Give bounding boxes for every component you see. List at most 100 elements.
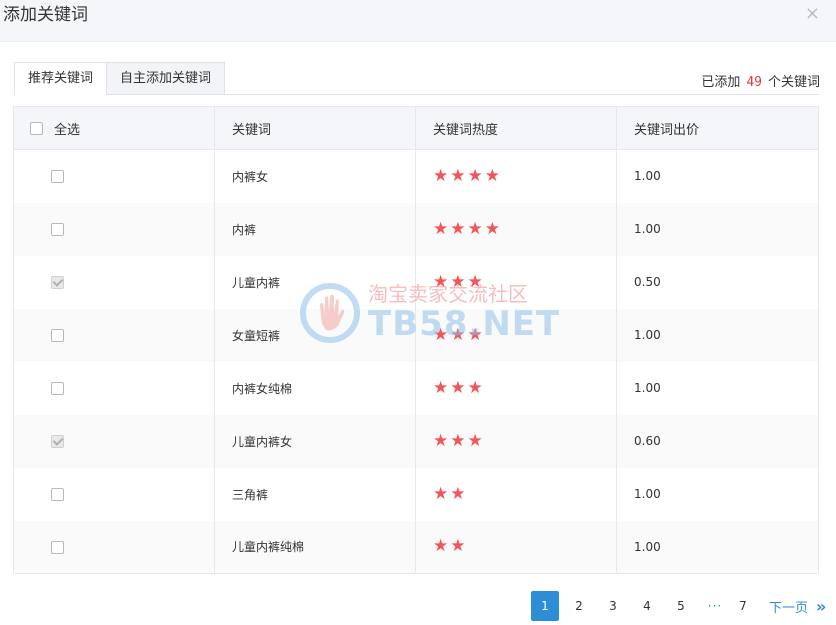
star-icon: ★ — [433, 430, 449, 451]
bid-cell: 1.00 — [634, 487, 661, 501]
row-select-cell — [13, 202, 215, 256]
star-icon: ★ — [467, 271, 483, 292]
dialog-title: 添加关键词 — [3, 5, 88, 25]
heat-cell: ★ ★ ★ — [415, 361, 617, 415]
header-keyword: 关键词 — [214, 106, 416, 150]
star-icon: ★ — [433, 377, 449, 398]
heat-stars: ★ ★ ★ ★ — [433, 218, 502, 239]
added-count-value: 49 — [746, 75, 762, 90]
keyword-cell: 儿童内裤纯棉 — [214, 520, 416, 574]
bid-cell: 1.00 — [634, 381, 661, 395]
heat-cell: ★ ★ ★ ★ — [415, 149, 617, 203]
row-checkbox[interactable] — [51, 488, 64, 501]
keyword-tabs: 推荐关键词 自主添加关键词 — [14, 62, 226, 95]
star-icon: ★ — [433, 271, 449, 292]
heat-stars: ★ ★ ★ — [433, 377, 485, 398]
heat-cell: ★ ★ — [415, 467, 617, 521]
heat-stars: ★ ★ — [433, 538, 468, 555]
row-select-cell — [13, 414, 215, 468]
bid-cell: 1.00 — [634, 222, 661, 236]
table-row: 儿童内裤女 ★ ★ ★ 0.60 — [13, 414, 819, 468]
close-icon[interactable]: × — [805, 5, 820, 23]
heat-stars: ★ ★ ★ — [433, 324, 485, 345]
keyword-cell: 内裤 — [214, 202, 416, 256]
row-select-cell — [13, 361, 215, 415]
keyword-table: 全选 关键词 关键词热度 关键词出价 内裤女 ★ ★ ★ ★ 1.00 内裤 ★ ★ ★ ★ 1.00… — [13, 106, 819, 574]
select-all-label: 全选 — [54, 122, 81, 138]
table-row: 儿童内裤纯棉 ★ ★ 1.00 — [13, 520, 819, 574]
table-row: 女童短裤 ★ ★ ★ 1.00 — [13, 308, 819, 362]
row-checkbox[interactable] — [51, 382, 64, 395]
tab-recommended[interactable]: 推荐关键词 — [14, 62, 108, 95]
star-icon: ★ — [433, 218, 449, 239]
star-icon: ★ — [450, 536, 466, 557]
header-heat: 关键词热度 — [415, 106, 617, 150]
tab-custom-add[interactable]: 自主添加关键词 — [106, 62, 226, 95]
star-icon: ★ — [433, 165, 449, 186]
tabs-divider — [14, 94, 819, 95]
dialog-header: 添加关键词 × — [0, 0, 836, 42]
star-icon: ★ — [467, 377, 483, 398]
table-row: 内裤女纯棉 ★ ★ ★ 1.00 — [13, 361, 819, 415]
star-icon: ★ — [484, 165, 500, 186]
star-icon: ★ — [467, 218, 483, 239]
heat-cell: ★ ★ ★ — [415, 414, 617, 468]
heat-stars: ★ ★ ★ ★ — [433, 165, 502, 186]
page-3-button[interactable]: 3 — [599, 591, 627, 621]
table-body: 内裤女 ★ ★ ★ ★ 1.00 内裤 ★ ★ ★ ★ 1.00 儿童内裤 ★ ★ ★ 0.50 女童短裤 ★ ★ ★ 1… — [13, 149, 819, 574]
row-checkbox[interactable] — [51, 435, 64, 448]
next-page-button[interactable]: 下一页 » — [769, 596, 827, 616]
double-chevron-right-icon: » — [816, 596, 826, 616]
heat-stars: ★ ★ ★ — [433, 430, 485, 451]
star-icon: ★ — [433, 324, 449, 345]
page-5-button[interactable]: 5 — [667, 591, 695, 621]
added-count: 已添加 49 个关键词 — [701, 71, 820, 90]
keyword-cell: 三角裤 — [214, 467, 416, 521]
star-icon: ★ — [484, 218, 500, 239]
keyword-cell: 女童短裤 — [214, 308, 416, 362]
row-checkbox[interactable] — [51, 276, 64, 289]
heat-stars: ★ ★ — [433, 483, 468, 504]
select-all-checkbox[interactable] — [30, 121, 43, 135]
star-icon: ★ — [450, 271, 466, 292]
row-checkbox[interactable] — [51, 170, 64, 184]
table-header-row: 全选 关键词 关键词热度 关键词出价 — [13, 106, 819, 150]
table-row: 内裤 ★ ★ ★ ★ 1.00 — [13, 202, 819, 256]
bid-cell: 0.50 — [634, 275, 661, 289]
row-select-cell — [13, 255, 215, 309]
star-icon: ★ — [433, 483, 449, 504]
star-icon: ★ — [450, 218, 466, 239]
heat-stars: ★ ★ ★ — [433, 271, 485, 292]
star-icon: ★ — [450, 165, 466, 186]
heat-cell: ★ ★ — [415, 520, 617, 574]
star-icon: ★ — [467, 324, 483, 345]
star-icon: ★ — [450, 483, 466, 504]
row-select-cell — [13, 467, 215, 521]
page-2-button[interactable]: 2 — [565, 591, 593, 621]
heat-cell: ★ ★ ★ — [415, 308, 617, 362]
added-count-suffix: 个关键词 — [767, 75, 820, 90]
table-row: 三角裤 ★ ★ 1.00 — [13, 467, 819, 521]
header-select-all: 全选 — [13, 106, 215, 150]
star-icon: ★ — [450, 377, 466, 398]
row-select-cell — [13, 308, 215, 362]
bid-cell: 1.00 — [634, 169, 661, 184]
page-last-button[interactable]: 7 — [729, 591, 757, 621]
table-row: 内裤女 ★ ★ ★ ★ 1.00 — [13, 149, 819, 203]
star-icon: ★ — [433, 536, 449, 557]
heat-cell: ★ ★ ★ — [415, 255, 617, 309]
page-4-button[interactable]: 4 — [633, 591, 661, 621]
row-checkbox[interactable] — [51, 540, 64, 554]
row-select-cell — [13, 520, 215, 574]
star-icon: ★ — [450, 324, 466, 345]
bid-cell: 1.00 — [634, 328, 661, 342]
pagination: 1 2 3 4 5 ··· 7 下一页 » — [531, 591, 827, 621]
star-icon: ★ — [467, 430, 483, 451]
keyword-cell: 内裤女 — [214, 149, 416, 203]
page-1-button[interactable]: 1 — [531, 591, 559, 621]
bid-cell: 0.60 — [634, 434, 661, 448]
star-icon: ★ — [467, 165, 483, 186]
row-checkbox[interactable] — [51, 223, 64, 236]
keyword-cell: 儿童内裤 — [214, 255, 416, 309]
row-checkbox[interactable] — [51, 329, 64, 342]
